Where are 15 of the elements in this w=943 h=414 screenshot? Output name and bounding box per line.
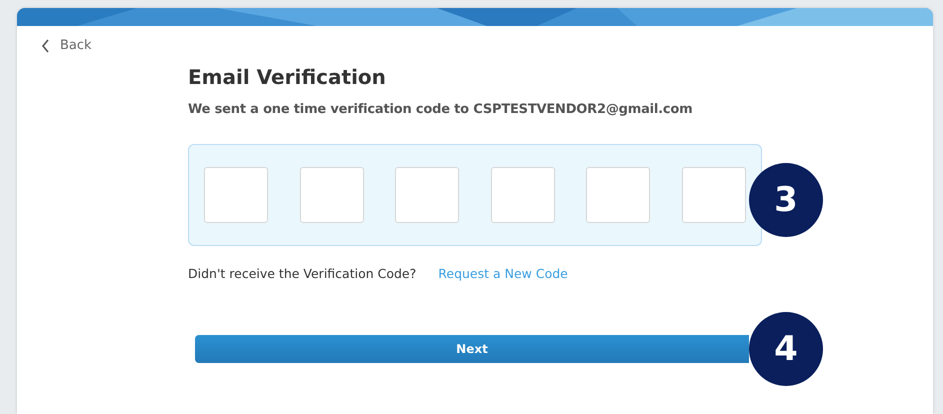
digit-input-field[interactable]: [490, 167, 555, 223]
digit-input-field[interactable]: [682, 167, 746, 223]
digit-input-field[interactable]: [395, 167, 460, 223]
request-new-code-link[interactable]: Request a New Code: [438, 266, 568, 281]
digit-input-field[interactable]: [586, 167, 650, 223]
digit-input-field[interactable]: [204, 167, 268, 223]
back-link[interactable]: Back: [42, 38, 92, 53]
digit-input-field[interactable]: [300, 167, 364, 223]
next-button[interactable]: Next: [195, 335, 749, 363]
subtitle-text: We sent a one time verification code to CSPTESTVENDOR2@gmail.com: [188, 102, 694, 117]
chevron-left-icon: [42, 38, 50, 52]
step-number-badge: 3: [749, 163, 823, 237]
resend-prompt: Didn't receive the Verification Code?: [188, 266, 416, 281]
step-number-badge: 4: [749, 312, 823, 386]
page-title: Email Verification: [188, 65, 387, 89]
